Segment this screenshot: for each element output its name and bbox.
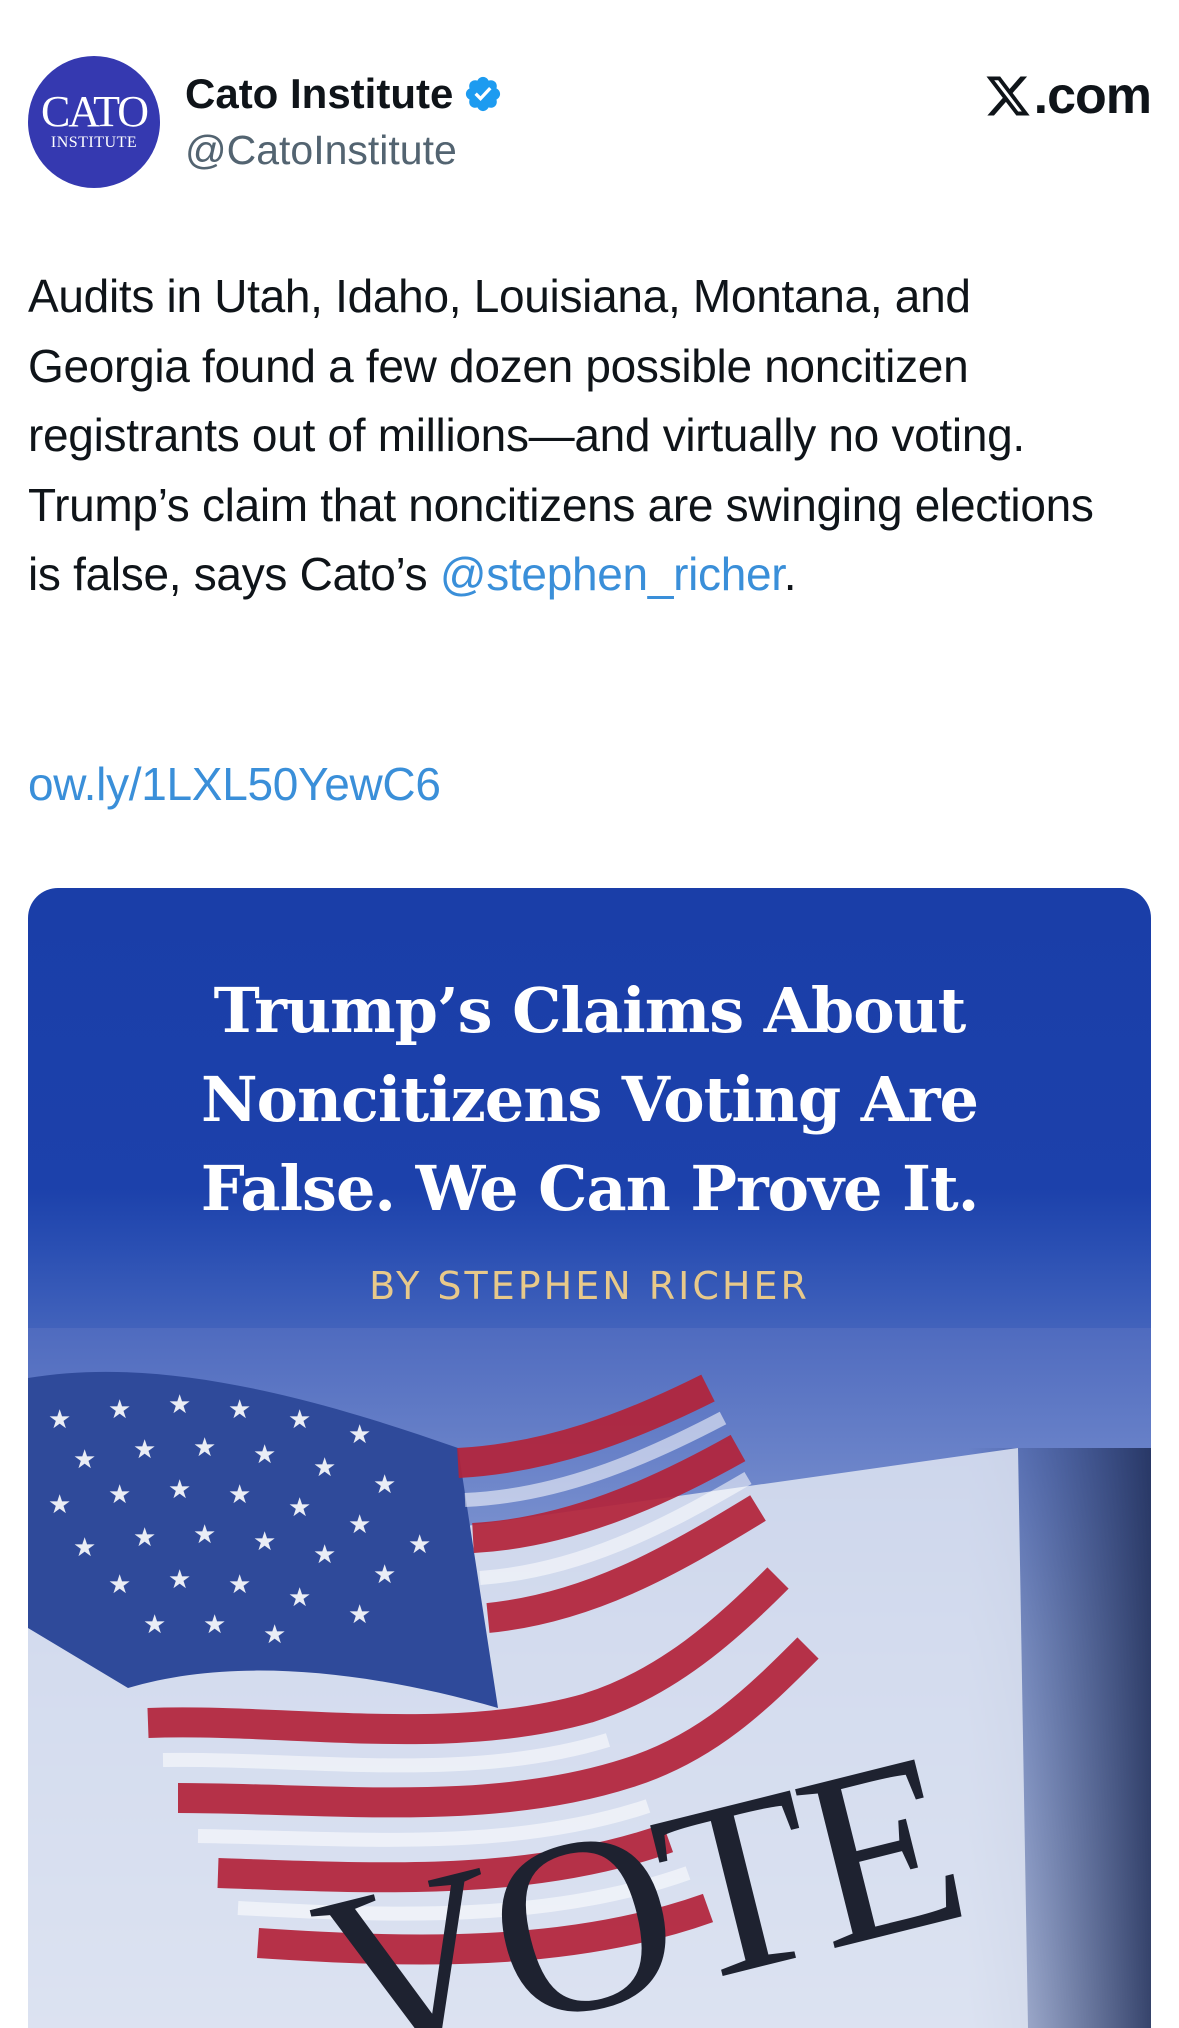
svg-text:★: ★ — [313, 1540, 336, 1570]
svg-text:★: ★ — [288, 1405, 311, 1435]
avatar-logo-subtext: INSTITUTE — [50, 134, 138, 151]
svg-text:★: ★ — [108, 1480, 131, 1510]
flag-vote-image: ★ ★ ★ ★ ★ ★ ★ ★ ★ ★ ★★ ★ ★ ★ ★ ★★★ ★ ★ ★ ★ ★★ ★ ★ ★ ★★ ★ ★ ★ V… — [28, 1328, 1151, 2028]
avatar[interactable]: CATO INSTITUTE — [28, 56, 160, 188]
site-label: .com — [1033, 67, 1152, 125]
svg-text:★: ★ — [108, 1570, 131, 1600]
svg-text:★: ★ — [253, 1440, 276, 1470]
svg-text:★: ★ — [133, 1523, 156, 1553]
svg-text:★: ★ — [228, 1395, 251, 1425]
tweet-text-end: . — [783, 548, 797, 600]
svg-text:★: ★ — [133, 1435, 156, 1465]
card-title-line: Noncitizens Voting Are — [200, 1063, 979, 1136]
svg-text:★: ★ — [168, 1565, 191, 1595]
svg-text:★: ★ — [288, 1493, 311, 1523]
svg-text:★: ★ — [348, 1420, 371, 1450]
tweet-url-link[interactable]: ow.ly/1LXL50YewC6 — [28, 750, 441, 820]
avatar-logo-text: CATO — [40, 87, 149, 136]
svg-text:★: ★ — [348, 1600, 371, 1630]
svg-text:★: ★ — [193, 1520, 216, 1550]
svg-text:★: ★ — [263, 1620, 286, 1650]
svg-text:★: ★ — [228, 1480, 251, 1510]
svg-text:★: ★ — [373, 1470, 396, 1500]
svg-text:★: ★ — [73, 1533, 96, 1563]
svg-text:★: ★ — [228, 1570, 251, 1600]
card-title: Trump’s Claims About Noncitizens Voting … — [28, 966, 1151, 1233]
svg-text:★: ★ — [143, 1610, 166, 1640]
svg-text:★: ★ — [48, 1405, 71, 1435]
verified-badge-icon — [466, 76, 501, 112]
x-brand-watermark: .com — [984, 66, 1152, 126]
svg-text:★: ★ — [168, 1390, 191, 1420]
svg-text:★: ★ — [73, 1445, 96, 1475]
mention-link[interactable]: @stephen_richer — [440, 548, 784, 600]
svg-text:★: ★ — [203, 1610, 226, 1640]
svg-text:★: ★ — [373, 1560, 396, 1590]
x-logo-icon — [986, 76, 1030, 116]
card-title-line: False. We Can Prove It. — [200, 1152, 980, 1225]
tweet-body: Audits in Utah, Idaho, Louisiana, Montan… — [28, 262, 1138, 610]
card-title-line: Trump’s Claims About — [213, 974, 967, 1047]
svg-text:★: ★ — [108, 1395, 131, 1425]
svg-text:★: ★ — [408, 1530, 431, 1560]
svg-text:★: ★ — [253, 1527, 276, 1557]
svg-text:★: ★ — [313, 1453, 336, 1483]
svg-text:★: ★ — [193, 1433, 216, 1463]
svg-text:★: ★ — [48, 1490, 71, 1520]
name-row: Cato Institute — [185, 70, 503, 118]
media-card[interactable]: Trump’s Claims About Noncitizens Voting … — [28, 888, 1151, 2028]
tweet-header: CATO INSTITUTE Cato Institute @CatoInsti… — [28, 56, 1152, 188]
account-handle[interactable]: @CatoInstitute — [185, 126, 457, 174]
display-name[interactable]: Cato Institute — [185, 70, 453, 118]
svg-text:★: ★ — [348, 1510, 371, 1540]
svg-text:★: ★ — [168, 1475, 191, 1505]
svg-text:★: ★ — [288, 1583, 311, 1613]
card-byline: BY STEPHEN RICHER — [369, 1264, 810, 1308]
